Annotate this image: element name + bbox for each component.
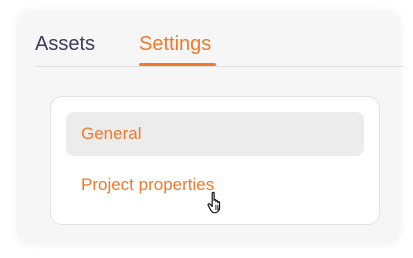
active-tab-indicator (139, 63, 216, 66)
tab-bar: Assets Settings (35, 30, 403, 67)
settings-menu-card: General Project properties (50, 96, 380, 225)
menu-item-project-properties[interactable]: Project properties (66, 163, 364, 207)
tab-assets[interactable]: Assets (35, 32, 95, 56)
tab-settings[interactable]: Settings (139, 32, 211, 56)
menu-item-general[interactable]: General (66, 112, 364, 156)
